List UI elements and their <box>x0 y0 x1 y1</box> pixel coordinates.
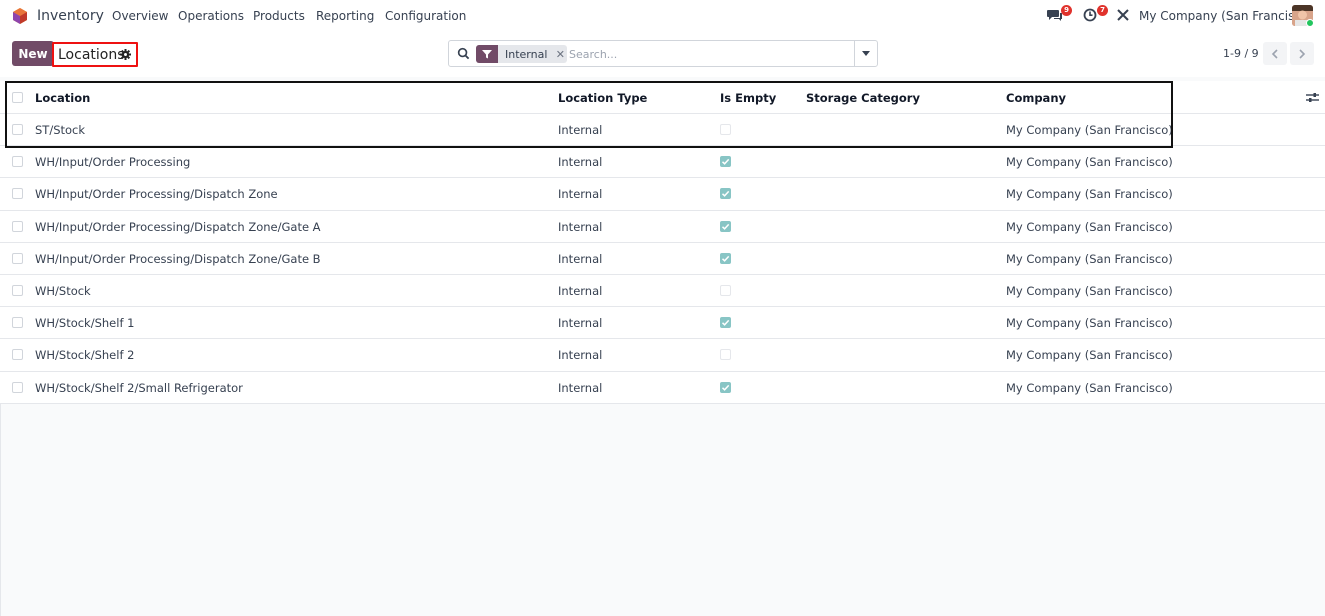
row-select-checkbox[interactable] <box>12 188 23 199</box>
search-bar: Internal ✕ <box>448 40 878 67</box>
activities-badge: 7 <box>1097 5 1108 16</box>
inventory-app-icon[interactable] <box>11 7 29 25</box>
table-row[interactable]: WH/Input/Order Processing/Dispatch Zone/… <box>0 243 1325 275</box>
control-panel: New Locations Internal ✕ Search... 1-9 /… <box>0 32 1325 77</box>
cell-location: WH/Stock/Shelf 1 <box>35 316 135 330</box>
row-select-checkbox[interactable] <box>12 124 23 135</box>
clock-icon <box>1083 8 1097 22</box>
is-empty-checked-icon <box>720 253 731 264</box>
column-header-is-empty[interactable]: Is Empty <box>720 91 776 105</box>
is-empty-checked-icon <box>720 221 731 232</box>
table-row[interactable]: WH/Stock Internal My Company (San Francisc… <box>0 275 1325 307</box>
table-row[interactable]: WH/Input/Order Processing/Dispatch Zone I… <box>0 178 1325 211</box>
is-empty-checked-icon <box>720 317 731 328</box>
search-icon[interactable] <box>457 47 470 60</box>
cell-location-type: Internal <box>558 123 603 137</box>
tools-icon <box>1117 9 1129 21</box>
table-row[interactable]: WH/Input/Order Processing/Dispatch Zone/… <box>0 211 1325 243</box>
is-empty-unchecked-icon <box>720 285 731 296</box>
cell-company: My Company (San Francisco) <box>1006 381 1173 395</box>
filter-facet: Internal ✕ <box>476 45 568 63</box>
debug-tools-button[interactable] <box>1116 8 1134 24</box>
cell-location: WH/Input/Order Processing/Dispatch Zone <box>35 187 278 201</box>
online-status-dot <box>1306 19 1314 27</box>
menu-operations[interactable]: Operations <box>178 9 244 23</box>
cell-location-type: Internal <box>558 187 603 201</box>
filter-facet-label: Internal <box>505 47 548 61</box>
chevron-down-icon[interactable] <box>862 51 870 56</box>
cell-location: WH/Stock <box>35 284 91 298</box>
cell-company: My Company (San Francisco) <box>1006 187 1173 201</box>
row-select-checkbox[interactable] <box>12 156 23 167</box>
new-button[interactable]: New <box>12 41 54 66</box>
messages-button[interactable]: 9 <box>1047 5 1072 24</box>
activities-button[interactable]: 7 <box>1083 5 1108 24</box>
gear-icon[interactable] <box>120 49 131 60</box>
cell-company: My Company (San Francisco) <box>1006 316 1173 330</box>
row-select-checkbox[interactable] <box>12 382 23 393</box>
table-row[interactable]: WH/Stock/Shelf 2/Small Refrigerator Inter… <box>0 372 1325 404</box>
breadcrumb: Locations <box>52 42 138 67</box>
column-header-location-type[interactable]: Location Type <box>558 91 647 105</box>
cell-location: WH/Input/Order Processing/Dispatch Zone/… <box>35 220 321 234</box>
app-name[interactable]: Inventory <box>37 8 104 24</box>
cell-company: My Company (San Francisco) <box>1006 284 1173 298</box>
cell-location: WH/Stock/Shelf 2/Small Refrigerator <box>35 381 243 395</box>
cell-company: My Company (San Francisco) <box>1006 252 1173 266</box>
row-select-checkbox[interactable] <box>12 253 23 264</box>
company-switcher[interactable]: My Company (San Francisco) <box>1139 9 1313 23</box>
cell-location-type: Internal <box>558 381 603 395</box>
cell-company: My Company (San Francisco) <box>1006 220 1173 234</box>
cell-location-type: Internal <box>558 348 603 362</box>
sliders-icon[interactable] <box>1306 92 1319 103</box>
chevron-right-icon <box>1299 48 1306 59</box>
cell-location: WH/Stock/Shelf 2 <box>35 348 135 362</box>
is-empty-checked-icon <box>720 188 731 199</box>
is-empty-checked-icon <box>720 156 731 167</box>
search-input[interactable] <box>569 45 849 63</box>
menu-configuration[interactable]: Configuration <box>385 9 466 23</box>
table-row[interactable]: WH/Stock/Shelf 2 Internal My Company (San … <box>0 339 1325 372</box>
cell-location: ST/Stock <box>35 123 86 137</box>
table-row[interactable]: ST/Stock Internal My Company (San Francisc… <box>0 114 1325 146</box>
table-row[interactable]: WH/Input/Order Processing Internal My Comp… <box>0 146 1325 178</box>
cell-location-type: Internal <box>558 316 603 330</box>
chevron-left-icon <box>1271 48 1278 59</box>
empty-list-area <box>0 404 1325 616</box>
column-header-location[interactable]: Location <box>35 91 90 105</box>
messages-badge: 9 <box>1061 5 1072 16</box>
top-navbar: Inventory Overview Operations Products R… <box>0 0 1325 32</box>
column-header-company[interactable]: Company <box>1006 91 1066 105</box>
pager-next-button[interactable] <box>1290 42 1314 65</box>
row-select-checkbox[interactable] <box>12 349 23 360</box>
pager-previous-button[interactable] <box>1263 42 1287 65</box>
cell-location-type: Internal <box>558 220 603 234</box>
cell-location: WH/Input/Order Processing/Dispatch Zone/… <box>35 252 321 266</box>
filter-icon <box>476 45 498 63</box>
select-all-checkbox[interactable] <box>12 92 23 103</box>
table-row[interactable]: WH/Stock/Shelf 1 Internal My Company (San … <box>0 307 1325 339</box>
page-title: Locations <box>58 47 125 63</box>
cell-company: My Company (San Francisco) <box>1006 348 1173 362</box>
cell-location-type: Internal <box>558 155 603 169</box>
row-select-checkbox[interactable] <box>12 317 23 328</box>
menu-reporting[interactable]: Reporting <box>316 9 374 23</box>
is-empty-unchecked-icon <box>720 124 731 135</box>
close-icon[interactable]: ✕ <box>553 48 567 61</box>
menu-overview[interactable]: Overview <box>112 9 169 23</box>
cell-location: WH/Input/Order Processing <box>35 155 191 169</box>
column-header-storage-category[interactable]: Storage Category <box>806 91 920 105</box>
cell-company: My Company (San Francisco) <box>1006 123 1173 137</box>
table-header: Location Location Type Is Empty Storage … <box>0 81 1325 114</box>
menu-products[interactable]: Products <box>253 9 305 23</box>
is-empty-checked-icon <box>720 382 731 393</box>
cell-company: My Company (San Francisco) <box>1006 155 1173 169</box>
divider <box>854 41 855 66</box>
is-empty-unchecked-icon <box>720 349 731 360</box>
row-select-checkbox[interactable] <box>12 221 23 232</box>
row-select-checkbox[interactable] <box>12 285 23 296</box>
pager-value[interactable]: 1-9 / 9 <box>1223 47 1259 60</box>
cell-location-type: Internal <box>558 284 603 298</box>
cell-location-type: Internal <box>558 252 603 266</box>
